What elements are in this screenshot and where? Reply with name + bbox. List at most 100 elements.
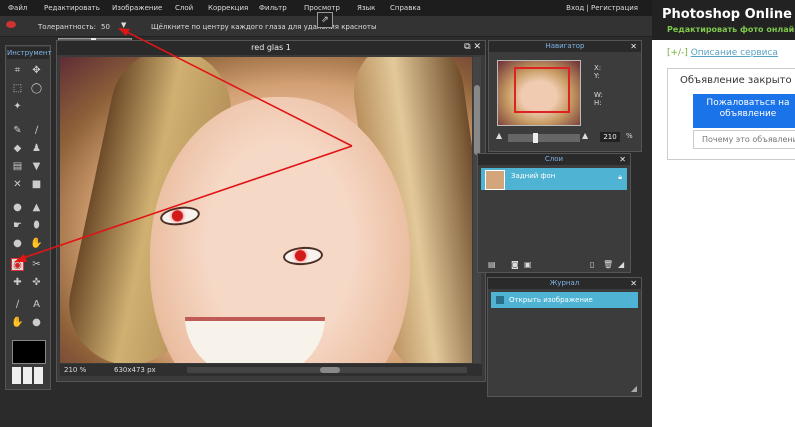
document-status: 210 % 630x473 px [60,364,482,376]
wand-icon[interactable]: ✦ [11,100,24,113]
close-icon[interactable]: ✕ [630,278,637,289]
navigator-zoom-value[interactable]: 210 [600,132,620,142]
description-link[interactable]: Описание сервиса [691,48,778,58]
close-icon[interactable]: ✕ [630,41,637,52]
resize-handle-icon[interactable]: ◢ [631,384,637,393]
tolerance-value[interactable]: 50 [101,23,110,31]
photo-mouth [185,317,325,363]
menu-file[interactable]: Файл [8,4,27,12]
layer-mask-icon[interactable]: ◙ [511,260,519,269]
history-row[interactable]: Открыть изображение [491,292,638,308]
image-canvas[interactable] [60,57,472,363]
document-controls: ⧉ ✕ [464,42,481,52]
zoom-in-icon[interactable]: ▲ [582,131,588,140]
report-ad-button[interactable]: Пожаловаться на объявление [693,94,795,128]
eraser-icon[interactable]: ◆ [11,142,24,155]
gradient-icon[interactable]: ▤ [11,160,24,173]
image-size: 630x473 px [114,366,156,374]
pinch-icon[interactable]: ✜ [30,276,43,289]
view-grid-icon[interactable] [12,367,44,384]
navigator-thumbnail[interactable] [497,60,581,126]
move-icon[interactable]: ✥ [30,64,43,77]
login-link[interactable]: Вход | Регистрация [566,4,638,12]
navigator-title: Навигатор [489,41,641,52]
tolerance-label: Толерантность: [38,23,96,31]
menu-filter[interactable]: Фильтр [259,4,287,12]
layer-style-icon[interactable]: ▤ [488,260,496,269]
spot-heal-icon[interactable]: ✂ [30,258,43,271]
ad-closed-text: Объявление закрыто [680,75,792,86]
replace-color-icon[interactable]: ■ [30,178,43,191]
stamp-icon[interactable]: ♟ [30,142,43,155]
new-layer-icon[interactable]: ▯ [590,260,594,269]
lock-icon: 🔒︎ [618,173,622,181]
layer-thumbnail [485,170,505,190]
ad-box: Объявление закрыто Пожаловаться на объяв… [667,68,795,160]
resize-handle-icon[interactable]: ◢ [618,260,624,269]
history-panel: Журнал ✕ Открыть изображение ◢ [487,277,642,397]
zoom-knob[interactable] [533,133,538,143]
layers-title: Слои [478,154,630,165]
lasso-icon[interactable]: ◯ [30,82,43,95]
menu-layer[interactable]: Слой [175,4,193,12]
trash-icon[interactable]: 🗑︎ [603,260,613,269]
document-window: red glas 1 ⧉ ✕ 210 % 630x473 px [56,40,486,382]
layer-row[interactable]: Задний фон 🔒︎ [481,168,627,190]
restore-icon[interactable]: ⧉ [464,42,470,52]
toolbox: Инструмент ⌗ ✥ ⬚ ◯ ✦ ✎ ∕ ◆ ♟ ▤ ▼ ✕ ■ ● ▲… [5,45,52,390]
service-description: [+/-] Описание сервиса [667,48,778,58]
nav-x-label: X: [594,64,602,72]
description-toggle[interactable]: [+/-] [667,48,688,58]
crop-icon[interactable]: ⌗ [11,64,24,77]
text-icon[interactable]: A [30,298,43,311]
close-icon[interactable]: ✕ [473,42,481,52]
zoom-level[interactable]: 210 % [64,366,86,374]
history-step-name: Открыть изображение [509,296,593,304]
sponge-icon[interactable]: ⬮ [30,219,43,232]
sharpen-icon[interactable]: ▲ [30,201,43,214]
red-eye-tool-icon [6,21,16,28]
brand-title: Photoshop Online [662,7,792,22]
hand-icon[interactable]: ✋ [11,316,24,329]
new-layer-folder-icon[interactable]: ▣ [524,260,532,269]
horizontal-scrollbar[interactable] [187,367,467,373]
zoom-icon[interactable]: ● [30,316,43,329]
navigator-viewport[interactable] [514,67,570,113]
brush-icon[interactable]: ∕ [30,124,43,137]
document-title: red glas 1 [57,41,485,55]
vertical-scroll-thumb[interactable] [474,85,480,155]
burn-icon[interactable]: ✋ [30,237,43,250]
color-swatch[interactable] [12,340,46,364]
menu-edit[interactable]: Редактировать [44,4,100,12]
nav-h-label: H: [594,99,602,107]
menu-view[interactable]: Просмотр [304,4,340,12]
horizontal-scroll-thumb[interactable] [320,367,340,373]
smudge-icon[interactable]: ☛ [11,219,24,232]
menu-image[interactable]: Изображение [112,4,162,12]
menu-help[interactable]: Справка [390,4,421,12]
colorpicker-icon[interactable]: ∕ [11,298,24,311]
red-pupil [294,249,307,262]
brand-header: Photoshop Online Редактировать фото онла… [652,0,795,40]
toolbox-title: Инструмент [7,47,52,59]
navigator-panel: Навигатор ✕ X: Y: W: H: ▲ ▲ 210 % [488,40,642,152]
pencil-icon[interactable]: ✎ [11,124,24,137]
tolerance-dropdown-icon[interactable]: ▼ [121,21,126,29]
close-icon[interactable]: ✕ [619,154,626,165]
drop-icon[interactable]: ● [11,201,24,214]
navigator-zoom-slider[interactable] [508,133,580,143]
brand-subtitle: Редактировать фото онлайн [667,25,795,34]
menu-language[interactable]: Язык [357,4,375,12]
why-this-ad-button[interactable]: Почему это объявление? [693,130,795,149]
red-eye-icon[interactable]: ◉ [11,258,24,271]
marquee-icon[interactable]: ⬚ [11,82,24,95]
bucket-icon[interactable]: ▼ [30,160,43,173]
menu-adjust[interactable]: Коррекция [208,4,248,12]
service-sidebar: Photoshop Online Редактировать фото онла… [652,0,795,427]
zoom-out-icon[interactable]: ▲ [496,131,502,140]
navigator-zoom-unit: % [626,132,633,140]
popout-icon[interactable]: ⇗ [317,12,333,28]
picker-icon[interactable]: ✕ [11,178,24,191]
bloat-icon[interactable]: ✚ [11,276,24,289]
dodge-icon[interactable]: ● [11,237,24,250]
